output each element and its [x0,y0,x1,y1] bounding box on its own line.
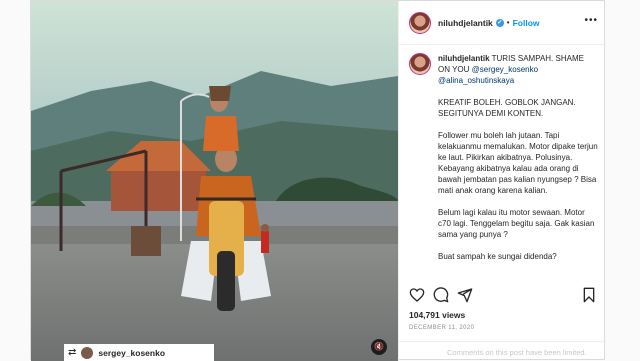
video-frame [31,1,398,361]
caption-username[interactable]: niluhdjelantik [438,54,490,63]
post-header: niluhdjelantik ✔ • Follow ••• [399,1,606,45]
mention-alina[interactable]: @alina_oshutinskaya [438,76,514,85]
repost-avatar [81,346,94,359]
caption-para-5: Buat sampah ke sungai didenda? [438,252,557,261]
post-actions [409,287,599,307]
mention-sergey[interactable]: @sergey_kosenko [472,65,538,74]
repost-icon: ⇄ [68,347,77,358]
comment-icon[interactable] [433,287,449,303]
comments-limited-notice: Comments on this post have been limited. [399,341,606,361]
instagram-post: ⇄ sergey_kosenko 🔇 niluhdjelantik ✔ • Fo… [30,0,606,361]
more-options-icon[interactable]: ••• [584,15,598,26]
author-avatar[interactable] [409,11,431,34]
caption-text: niluhdjelantik TURIS SAMPAH. SHAME ON YO… [438,53,598,262]
page-background: ⇄ sergey_kosenko 🔇 niluhdjelantik ✔ • Fo… [0,0,640,361]
post-caption: niluhdjelantik TURIS SAMPAH. SHAME ON YO… [409,53,599,283]
caption-para-4: Belum lagi kalau itu motor sewaan. Motor… [438,208,595,239]
verified-badge-icon: ✔ [495,18,504,27]
post-sidebar: niluhdjelantik ✔ • Follow ••• niluhdjela… [398,1,606,361]
header-separator: • [506,18,510,27]
caption-avatar[interactable] [409,53,431,75]
heart-icon[interactable] [409,287,425,303]
share-icon[interactable] [457,287,473,303]
views-count[interactable]: 104,791 views [409,310,465,320]
mute-button[interactable]: 🔇 [371,339,387,355]
bookmark-icon[interactable] [581,287,597,303]
author-username[interactable]: niluhdjelantik [438,18,493,28]
caption-para-3: Follower mu boleh lah jutaan. Tapi kelak… [438,131,598,195]
repost-username: sergey_kosenko [98,347,166,358]
caption-para-2: KREATIF BOLEH. GOBLOK JANGAN. SEGITUNYA … [438,98,576,118]
post-video[interactable]: ⇄ sergey_kosenko 🔇 [31,1,398,361]
follow-button[interactable]: Follow [513,18,540,28]
post-date[interactable]: DECEMBER 11, 2020 [409,325,474,331]
repost-tag[interactable]: ⇄ sergey_kosenko [64,344,214,361]
